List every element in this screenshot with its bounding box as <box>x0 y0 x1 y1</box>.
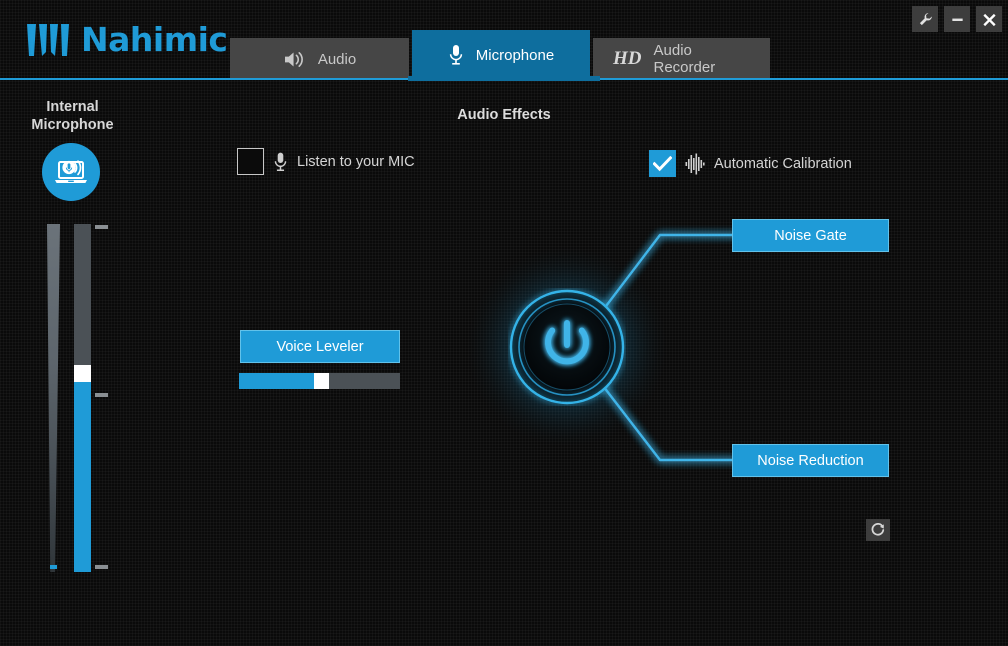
title-bar: Nahimic Audio Microphone HD Audio Record… <box>0 0 1008 81</box>
power-toggle-button[interactable] <box>508 288 626 406</box>
reset-button[interactable] <box>866 519 890 541</box>
automatic-calibration-checkbox[interactable] <box>649 150 676 177</box>
microphone-icon <box>273 151 288 173</box>
close-icon <box>982 13 996 26</box>
laptop-microphone-icon <box>55 160 87 183</box>
listen-to-mic-label: Listen to your MIC <box>297 153 415 170</box>
close-button[interactable] <box>976 6 1002 32</box>
minimize-icon <box>951 18 963 21</box>
tab-microphone-label: Microphone <box>475 46 555 64</box>
checkmark-icon <box>653 155 672 171</box>
microphone-icon <box>448 44 464 66</box>
window-controls <box>912 6 1002 32</box>
volume-tick-bottom <box>95 565 108 569</box>
listen-to-mic-row[interactable]: Listen to your MIC <box>237 148 415 175</box>
tab-audio[interactable]: Audio <box>230 38 409 80</box>
effects-connection-diagram <box>150 233 1000 462</box>
volume-slider-handle[interactable] <box>74 365 91 382</box>
tab-bar: Audio Microphone HD Audio Recorder <box>230 30 773 80</box>
microphone-volume-slider[interactable] <box>74 224 91 572</box>
settings-button[interactable] <box>912 6 938 32</box>
voice-leveler-label: Voice Leveler <box>276 338 364 355</box>
app-name: Nahimic <box>81 20 228 59</box>
device-icon-button[interactable] <box>42 143 100 201</box>
wrench-icon <box>919 12 932 25</box>
noise-gate-button[interactable]: Noise Gate <box>732 219 889 252</box>
reset-icon <box>871 523 885 536</box>
noise-gate-label: Noise Gate <box>774 227 847 244</box>
voice-leveler-slider-fill <box>239 373 314 389</box>
volume-tick-middle <box>95 393 108 397</box>
voice-leveler-slider-handle[interactable] <box>314 373 329 389</box>
automatic-calibration-label: Automatic Calibration <box>714 155 852 172</box>
minimize-button[interactable] <box>944 6 970 32</box>
voice-leveler-slider[interactable] <box>239 373 400 389</box>
automatic-calibration-row[interactable]: Automatic Calibration <box>649 150 852 177</box>
volume-tick-top <box>95 225 108 229</box>
app-logo: Nahimic <box>25 20 228 59</box>
listen-to-mic-checkbox[interactable] <box>237 148 264 175</box>
vu-meter-track <box>47 224 60 572</box>
vu-meter-level <box>50 565 57 569</box>
tab-recorder-label: Audio Recorder <box>653 42 716 76</box>
page-title: Audio Effects <box>457 107 551 123</box>
tab-audio-label: Audio <box>317 50 357 68</box>
tab-active-notch <box>408 76 600 81</box>
volume-slider-fill <box>74 382 91 572</box>
speaker-icon <box>283 50 306 69</box>
noise-reduction-label: Noise Reduction <box>757 452 864 469</box>
tab-microphone[interactable]: Microphone <box>412 30 590 80</box>
voice-leveler-button[interactable]: Voice Leveler <box>240 330 400 363</box>
tab-audio-recorder[interactable]: HD Audio Recorder <box>593 38 770 80</box>
waveform-icon <box>685 153 705 175</box>
nahimic-logo-mark <box>27 23 69 56</box>
noise-reduction-button[interactable]: Noise Reduction <box>732 444 889 477</box>
hd-badge: HD <box>613 48 642 69</box>
microphone-level-meter <box>47 224 60 572</box>
